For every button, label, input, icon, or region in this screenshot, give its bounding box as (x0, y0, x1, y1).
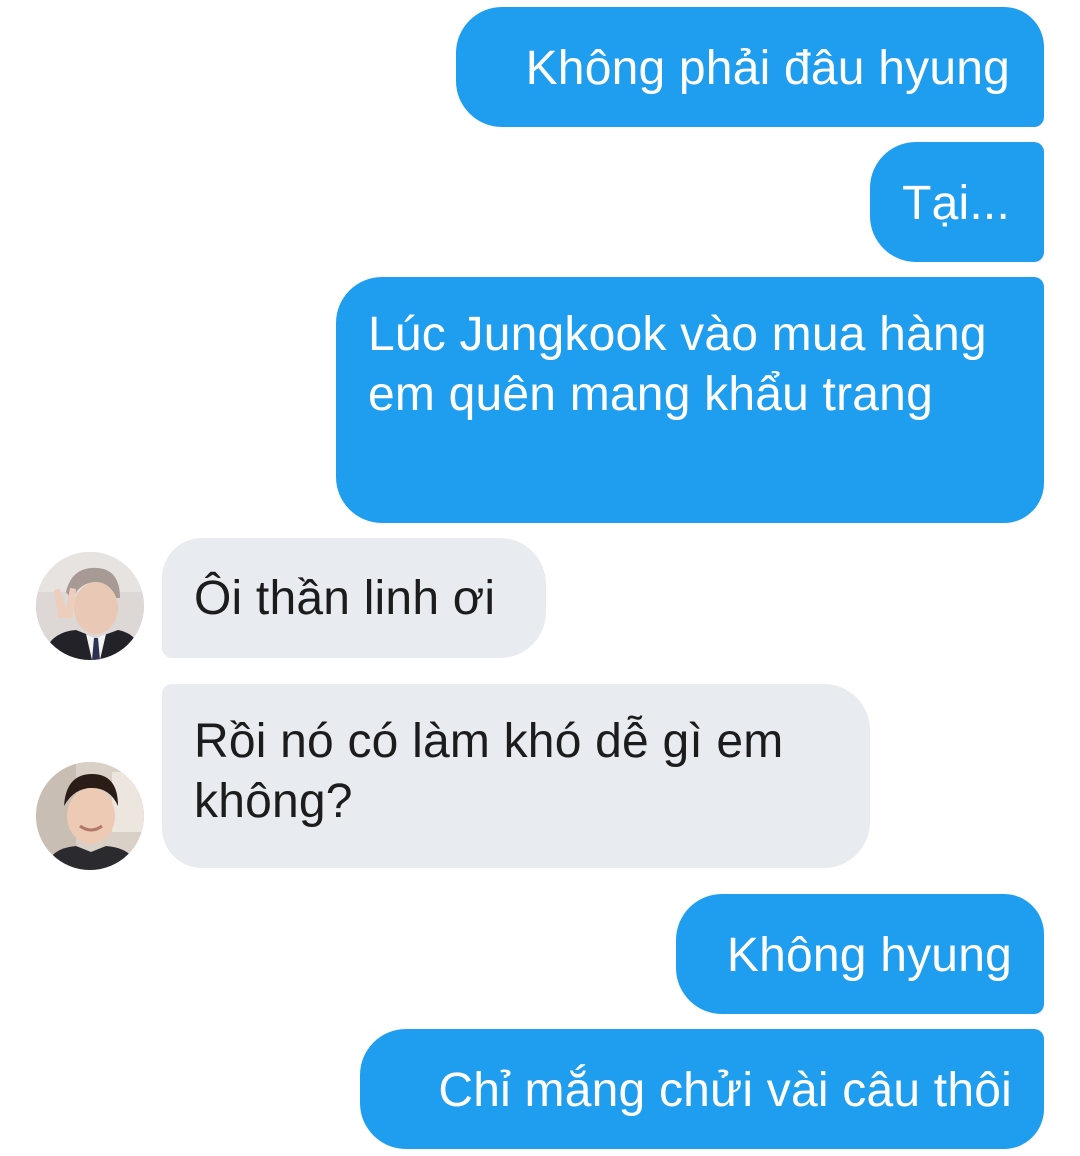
outgoing-message-bubble[interactable]: Không phải đâu hyung (456, 7, 1044, 127)
outgoing-message-bubble[interactable]: Tại... (870, 142, 1044, 262)
message-text: Tại... (902, 177, 1010, 230)
message-text: Chỉ mắng chửi vài câu thôi (438, 1064, 1012, 1117)
avatar-photo-icon[interactable] (36, 552, 144, 660)
chat-thread: Không phải đâu hyung Tại... Lúc Jungkook… (0, 0, 1080, 1156)
outgoing-message-bubble[interactable]: Lúc Jungkook vào mua hàng em quên mang k… (336, 277, 1044, 523)
message-text: Lúc Jungkook vào mua hàng em quên mang k… (368, 308, 987, 421)
outgoing-message-bubble[interactable]: Chỉ mắng chửi vài câu thôi (360, 1029, 1044, 1149)
message-text: Không hyung (726, 929, 1012, 982)
avatar-photo-icon[interactable] (36, 762, 144, 870)
message-text: Ôi thần linh ơi (194, 572, 496, 625)
incoming-message-bubble[interactable]: Rồi nó có làm khó dễ gì em không? (162, 684, 870, 868)
outgoing-message-bubble[interactable]: Không hyung (676, 894, 1044, 1014)
message-text: Không phải đâu hyung (525, 42, 1010, 95)
message-text: Rồi nó có làm khó dễ gì em không? (194, 715, 784, 828)
incoming-message-bubble[interactable]: Ôi thần linh ơi (162, 538, 546, 658)
